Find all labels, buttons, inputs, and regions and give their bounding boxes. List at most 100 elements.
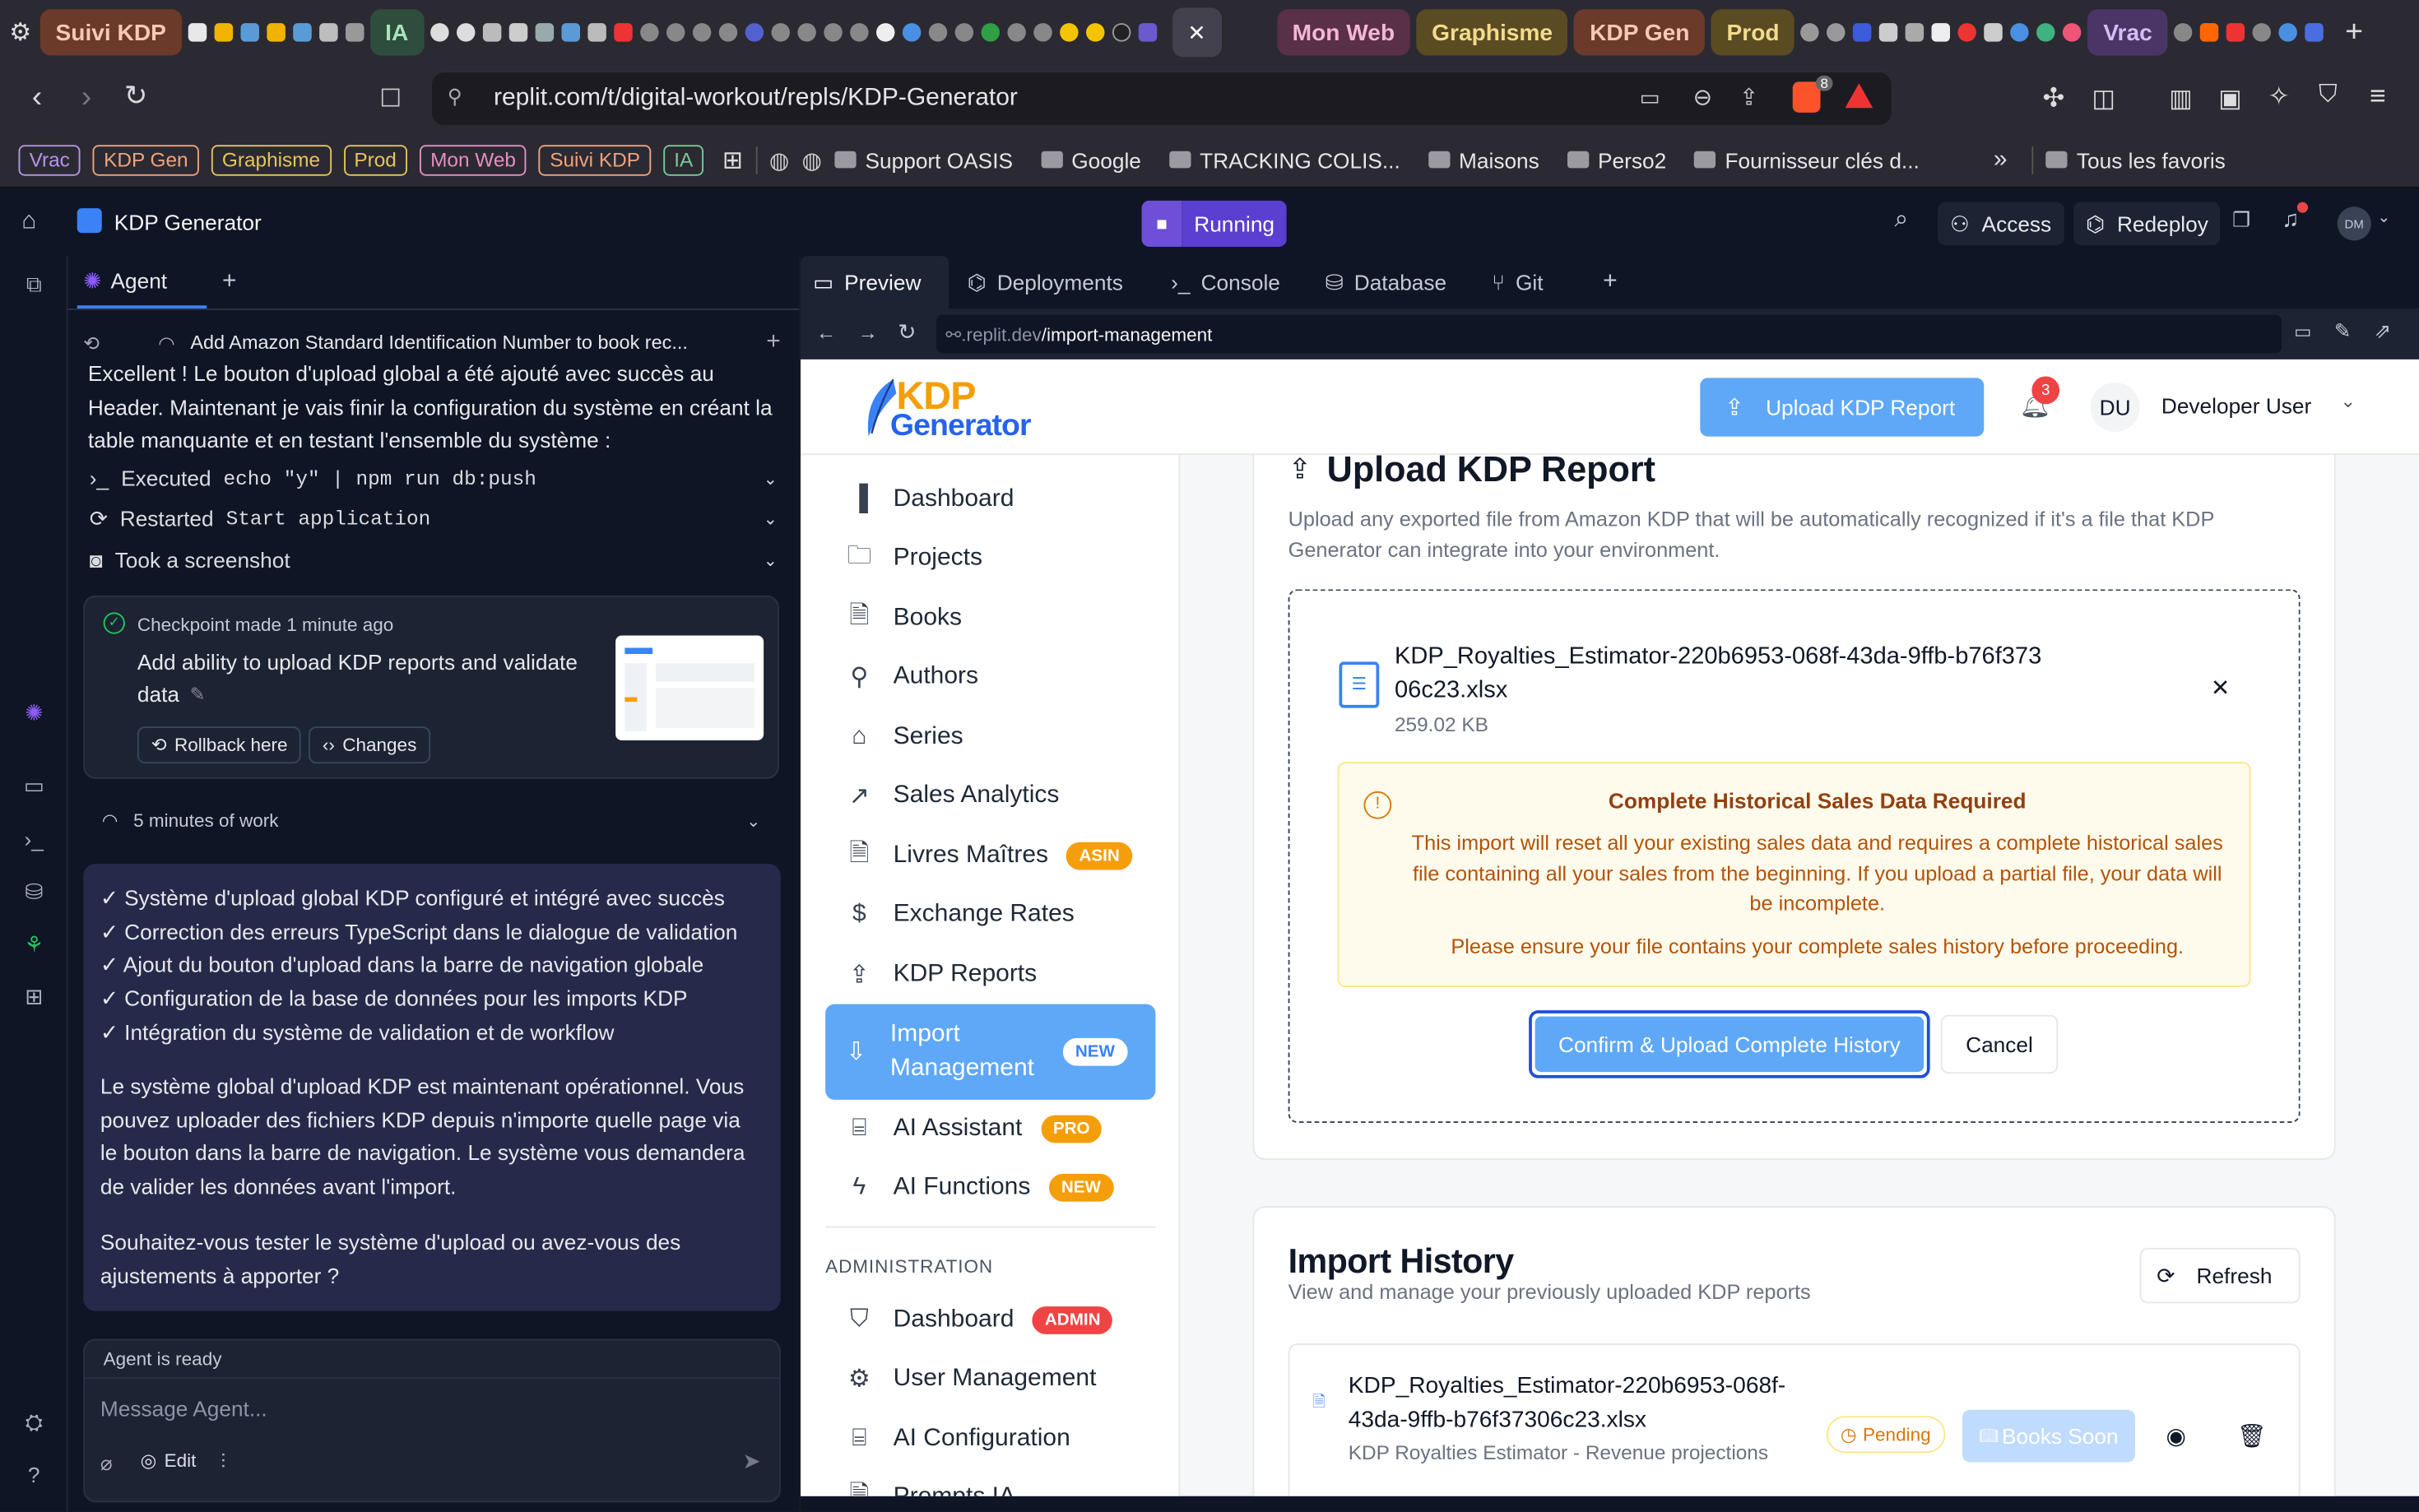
menu-icon[interactable]: ≡ [2370,81,2386,113]
back-icon[interactable]: ‹ [16,81,59,116]
nav-ai-assistant[interactable]: ⌸ AI Assistant PRO [825,1100,1155,1158]
active-tab[interactable]: ✕ [1172,7,1222,58]
apps-grid-icon[interactable]: ⊞ [722,144,743,175]
remove-file-icon[interactable]: ✕ [2211,674,2231,702]
vpn-icon[interactable]: ⛉ [2319,81,2338,109]
address-bar[interactable]: ⚲ replit.com/t/digital-workout/repls/KDP… [432,72,1892,125]
settings-icon[interactable]: ⛭ [21,1410,46,1435]
url-text[interactable]: replit.com/t/digital-workout/repls/KDP-G… [494,85,1018,113]
bell-icon[interactable]: ♫ [2282,206,2299,233]
bookmark-tracking[interactable]: TRACKING COLIS... [1168,147,1400,172]
chevron-down-icon[interactable]: ⌄ [2340,390,2356,411]
app-logo[interactable]: KDP Generator [859,375,1060,443]
back-icon[interactable]: ← [816,321,836,344]
tab-git[interactable]: ⑂ Git [1479,256,1555,308]
reload-icon[interactable]: ↻ [898,319,916,346]
nav-kdp-reports[interactable]: ⇪ KDP Reports [825,945,1155,1004]
edit-icon[interactable]: ✎ [190,684,206,705]
bookmark-all[interactable]: Tous les favoris [2045,147,2226,172]
search-icon[interactable]: ⌕ [1895,206,1909,234]
tool-restarted[interactable]: ⟳ Restarted Start application ⌄ [90,499,778,539]
site-settings-icon[interactable]: ⚲ [448,85,462,109]
run-status[interactable]: Running [1182,200,1288,247]
redeploy-button[interactable]: ⌬ Redeploy [2073,202,2221,246]
ia-tab-favicons[interactable] [429,23,1157,42]
globe-icon-2[interactable]: ◍ [801,146,822,174]
globe-icon[interactable]: ◍ [769,146,790,174]
tab-group-mon-web[interactable]: Mon Web [1276,9,1410,56]
agent-icon[interactable]: ✺ [21,700,46,725]
new-thread-icon[interactable]: + [766,328,781,356]
nav-sales-analytics[interactable]: ↗ Sales Analytics [825,767,1155,825]
files-icon[interactable]: ⧉ [21,271,46,296]
bookmark-google[interactable]: Google [1040,147,1141,172]
new-tab-icon[interactable]: + [2345,15,2363,50]
tab-preview[interactable]: ▭ Preview [801,256,949,308]
upload-kdp-report-button[interactable]: ⇪ Upload KDP Report [1700,378,1985,437]
external-link-icon[interactable]: ⇗ [2375,319,2391,344]
ai-icon[interactable]: ✧ [2268,81,2290,113]
sidebar-icon[interactable]: ▥ [2169,83,2192,114]
screenshot-thumbnail[interactable] [615,635,764,740]
wrench-icon[interactable]: ✎ [2334,319,2351,344]
home-icon[interactable]: ⌂ [21,208,36,236]
console-icon[interactable]: ›_ [21,827,46,851]
bookmark-icon[interactable]: ☐ [379,83,402,114]
bookmark-chip-ia[interactable]: IA [663,144,704,175]
stop-icon[interactable]: ■ [1141,200,1182,247]
user-name[interactable]: Developer User [2161,393,2311,418]
tool-executed[interactable]: ›_ Executed echo "y" | npm run db:push ⌄ [90,458,778,499]
tab-database[interactable]: ⛁ Database [1313,256,1460,308]
edit-button[interactable]: ◎ Edit [141,1450,197,1472]
confirm-upload-button[interactable]: Confirm & Upload Complete History [1529,1010,1930,1078]
access-button[interactable]: ⚇ Access [1938,202,2064,246]
screenshot-icon[interactable]: ◫ [2092,83,2115,114]
bookmark-chip-suivi-kdp[interactable]: Suivi KDP [539,144,652,175]
wallet-icon[interactable]: ▣ [2218,83,2241,114]
history-icon[interactable]: ⟲ [83,331,100,354]
send-icon[interactable]: ➤ [742,1449,760,1475]
bookmark-chip-prod[interactable]: Prod [343,144,407,175]
add-tab-icon[interactable]: + [222,268,237,296]
bookmark-chip-kdp-gen[interactable]: KDP Gen [92,144,199,175]
pinned-tab-favicons[interactable] [188,23,364,42]
books-soon-button[interactable]: 📖︎ Books Soon [1962,1409,2135,1463]
tab-group-kdp-gen[interactable]: KDP Gen [1574,9,1706,56]
user-avatar[interactable]: DU [2090,383,2140,432]
cancel-button[interactable]: Cancel [1940,1014,2059,1074]
trash-icon[interactable]: 🗑︎ [2237,1422,2267,1450]
gear-icon[interactable]: ⚙ [9,17,34,49]
bookmark-chip-graphisme[interactable]: Graphisme [211,144,332,175]
refresh-button[interactable]: ⟳ Refresh [2139,1247,2301,1304]
changes-button[interactable]: ‹› Changes [309,726,431,764]
extensions-icon[interactable]: ✣ [2043,83,2065,114]
avatar[interactable]: DM [2337,206,2371,241]
nav-user-management[interactable]: ⚙ User Management [825,1350,1155,1408]
eye-icon[interactable]: ◉ [2166,1422,2187,1450]
preview-icon[interactable]: ▭ [21,772,46,797]
nav-books[interactable]: 🗎︎ Books [825,589,1155,647]
thread-title[interactable]: Add Amazon Standard Identification Numbe… [190,332,688,353]
tab-group-ia[interactable]: IA [369,9,425,56]
preview-url-bar[interactable]: ⚯ .replit.dev /import-management [936,314,2282,354]
attach-icon[interactable]: ⌀ [100,1451,113,1476]
tab-group-vrac[interactable]: Vrac [2087,9,2168,56]
forward-icon[interactable]: → [858,321,878,344]
tool-screenshot[interactable]: ◙ Took a screenshot ⌄ [90,540,778,580]
share-icon[interactable]: ⇪ [1739,83,1759,111]
nav-ai-functions[interactable]: ϟ AI Functions NEW [825,1158,1155,1217]
bookmark-chip-mon-web[interactable]: Mon Web [419,144,527,175]
bookmark-fournisseur[interactable]: Fournisseur clés d... [1693,147,1920,172]
dropzone[interactable]: ☰ KDP_Royalties_Estimator-220b6953-068f-… [1288,589,2301,1123]
brave-rewards-icon[interactable] [1845,83,1873,109]
help-icon[interactable]: ? [21,1463,46,1487]
devices-icon[interactable]: ▭ [2294,321,2311,342]
nav-livres-maitres[interactable]: 🗎︎ Livres Maîtres ASIN [825,827,1155,885]
tab-console[interactable]: ›_ Console [1158,256,1293,308]
tab-agent[interactable]: ✺ Agent [77,256,207,308]
bookmark-support-oasis[interactable]: Support OASIS [834,147,1013,172]
tab-group-prod[interactable]: Prod [1711,9,1795,56]
tab-group-suivi-kdp[interactable]: Suivi KDP [39,9,182,56]
sliders-icon[interactable]: ⫶ [221,1450,225,1475]
project-name[interactable]: KDP Generator [114,210,262,234]
